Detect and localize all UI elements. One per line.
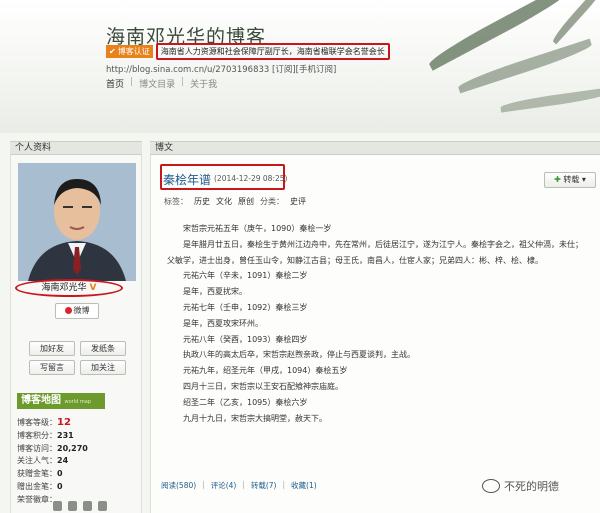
weibo-icon [64,307,72,314]
certification-badge-label: 博客认证 [117,47,150,56]
post-paragraph: 是年腊月廿五日，秦桧生于黄州江边舟中，先在常州，后徒居江宁，遂为江宁人。秦桧字会… [167,239,583,265]
post-body: 宋哲宗元祐五年（庚午，1090）秦桧一岁 是年腊月廿五日，秦桧生于黄州江边舟中，… [167,221,587,426]
gold-pens-given: 0 [57,481,63,491]
badge-icon[interactable] [68,501,77,511]
blog-banner: 海南邓光华的博客 ✔ 博客认证 海南省人力资源和社会保障厅副厅长，海南省楹联学会名… [0,0,600,133]
post-title[interactable]: 秦桧年谱 [163,171,211,188]
repost-count-link[interactable]: 转载(7) [251,480,277,491]
chevron-down-icon: ▾ [581,175,586,184]
mobile-subscribe-link[interactable]: [手机订阅] [296,65,337,75]
badge-icon[interactable] [53,501,62,511]
repost-button[interactable]: ✚ 转载 ▾ [544,172,596,188]
blog-map-label: 博客地图 [21,395,61,406]
post-tags: 标签： 历史 文化 原创 分类： 史评 [164,196,306,207]
repost-label: 转载 [563,175,580,184]
post-paragraph: 宋哲宗元祐五年（庚午，1090）秦桧一岁 [183,224,332,233]
certification-row: ✔ 博客认证 海南省人力资源和社会保障厅副厅长，海南省楹联学会名誉会长 [106,43,390,60]
post-main: 秦桧年谱 (2014-12-29 08:25) ✚ 转载 ▾ 标签： 历史 文化… [150,155,600,513]
gold-pens-received: 0 [57,469,63,479]
post-paragraph: 是年，西夏攻宋环州。 [183,318,263,328]
blog-fans: 24 [57,456,69,466]
blog-url[interactable]: http://blog.sina.com.cn/u/2703196833 [106,65,269,75]
watermark: 不死的明德 [482,478,559,494]
blog-stats: 博客等级：12 博客积分：231 博客访问：20,270 关注人气：24 获赠金… [17,417,88,504]
blog-map-banner[interactable]: 博客地图 world map [17,393,105,409]
post-footer: 阅读(580) | 评论(4) | 转载(7) | 收藏(1) [161,480,317,491]
tags-label: 标签： [164,197,188,206]
blog-nav: 首页 | 博文目录 | 关于我 [106,77,218,90]
honor-badges-label: 荣誉徽章： [17,494,57,504]
badge-icon[interactable] [83,501,92,511]
nav-about[interactable]: 关于我 [190,77,217,90]
profile-header: 个人资料 [10,141,142,155]
post-paragraph: 绍圣二年（乙亥，1095）秦桧六岁 [183,397,308,407]
certification-text: 海南省人力资源和社会保障厅副厅长，海南省楹联学会名誉会长 [155,43,390,60]
check-icon: ✔ [109,47,116,56]
post-section-header: 博文 [150,141,600,155]
tag-original[interactable]: 原创 [238,196,254,207]
plus-icon: ✚ [554,175,561,184]
read-count-link[interactable]: 阅读(580) [161,480,196,491]
nav-home[interactable]: 首页 [106,77,124,90]
post-paragraph: 四月十三日，宋哲宗以王安石配飨神宗庙庭。 [183,381,343,391]
blog-url-row: http://blog.sina.com.cn/u/2703196833 [订阅… [106,63,336,75]
certification-badge: ✔ 博客认证 [106,45,153,58]
category-link[interactable]: 史评 [290,196,306,207]
avatar[interactable] [18,163,136,281]
post-paragraph: 是年，西夏扰宋。 [183,287,247,297]
profile-name-text: 海南邓光华 [41,283,87,293]
tag-culture[interactable]: 文化 [216,196,232,207]
post-paragraph: 元祐七年（壬申，1092）秦桧三岁 [183,302,308,312]
post-date: (2014-12-29 08:25) [214,174,288,183]
tag-history[interactable]: 历史 [194,196,210,207]
honor-badges [53,501,107,511]
weibo-button[interactable]: 微博 [55,303,99,319]
favorite-link[interactable]: 收藏(1) [291,480,317,491]
post-paragraph: 九月十九日，宋哲宗大搞明堂，赦天下。 [183,413,327,423]
send-note-button[interactable]: 发纸条 [80,341,126,356]
comment-link[interactable]: 评论(4) [211,480,237,491]
watermark-text: 不死的明德 [504,480,559,493]
subscribe-link[interactable]: [订阅] [272,65,296,75]
weibo-label: 微博 [73,306,90,315]
category-label: 分类： [260,197,284,206]
post-paragraph: 元祐六年（辛未，1091）秦桧二岁 [183,271,308,281]
wechat-icon [482,479,500,493]
sidebar: 海南邓光华 V 微博 加好友 发纸条 写留言 加关注 博客地图 world map… [10,155,142,513]
follow-button[interactable]: 加关注 [80,360,126,375]
post-paragraph: 元祐八年（癸酉，1093）秦桧四岁 [183,334,308,344]
blog-points: 231 [57,430,74,440]
blog-level: 12 [57,417,71,428]
nav-articles[interactable]: 博文目录 [139,77,175,90]
post-paragraph: 元祐九年，绍圣元年（甲戌，1094）秦桧五岁 [183,366,348,376]
post-paragraph: 执政八年的高太后卒，宋哲宗赵煦亲政，停止与西夏谈判，主战。 [183,350,415,360]
blog-map-sub: world map [64,399,91,405]
write-message-button[interactable]: 写留言 [29,360,75,375]
badge-icon[interactable] [98,501,107,511]
verified-v-icon: V [89,283,97,293]
profile-name[interactable]: 海南邓光华 V [15,279,123,297]
add-friend-button[interactable]: 加好友 [29,341,75,356]
blog-visits: 20,270 [57,443,88,453]
